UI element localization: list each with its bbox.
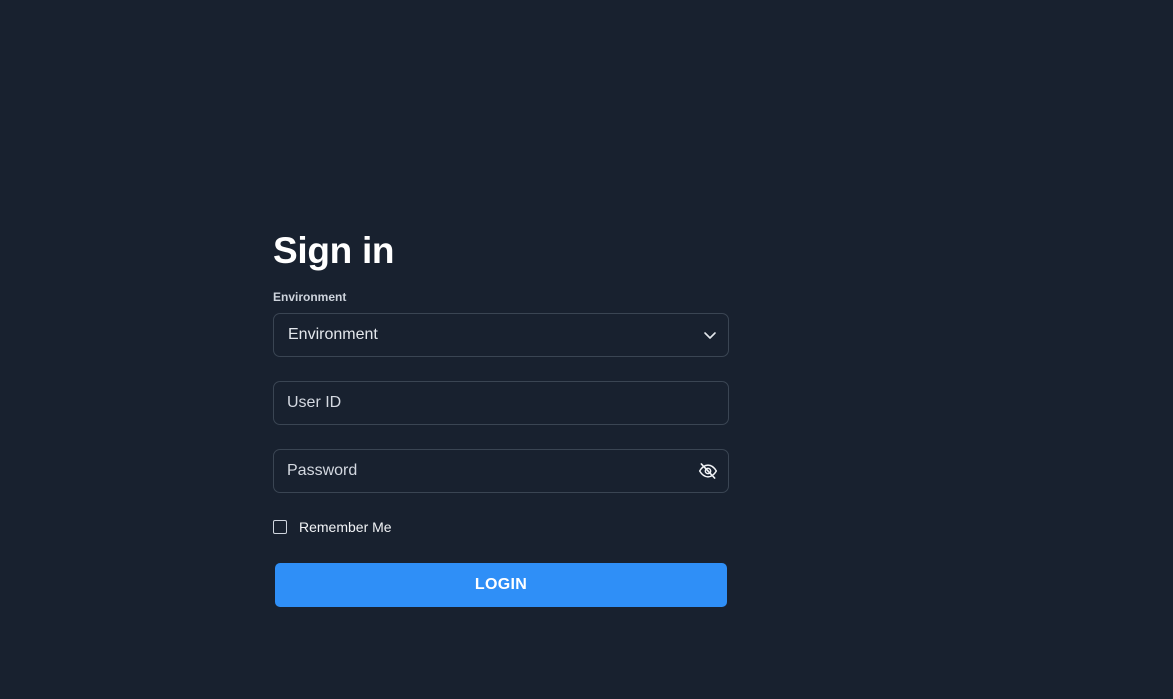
remember-me-row: Remember Me xyxy=(273,519,392,535)
remember-me-label[interactable]: Remember Me xyxy=(299,519,392,535)
eye-off-icon[interactable] xyxy=(698,461,718,481)
password-field xyxy=(273,449,729,493)
login-button[interactable]: LOGIN xyxy=(275,563,727,607)
user-id-field xyxy=(273,381,729,425)
remember-me-checkbox[interactable] xyxy=(273,520,287,534)
chevron-down-icon xyxy=(704,332,716,339)
password-input[interactable] xyxy=(274,450,728,492)
user-id-input[interactable] xyxy=(274,382,728,424)
page-title: Sign in xyxy=(273,230,395,271)
environment-label: Environment xyxy=(273,290,347,304)
sign-in-form: Sign in Environment Environment Remember… xyxy=(273,226,729,607)
environment-select-value: Environment xyxy=(288,326,378,343)
environment-select[interactable]: Environment xyxy=(273,313,729,357)
login-page: Sign in Environment Environment Remember… xyxy=(0,0,1173,699)
